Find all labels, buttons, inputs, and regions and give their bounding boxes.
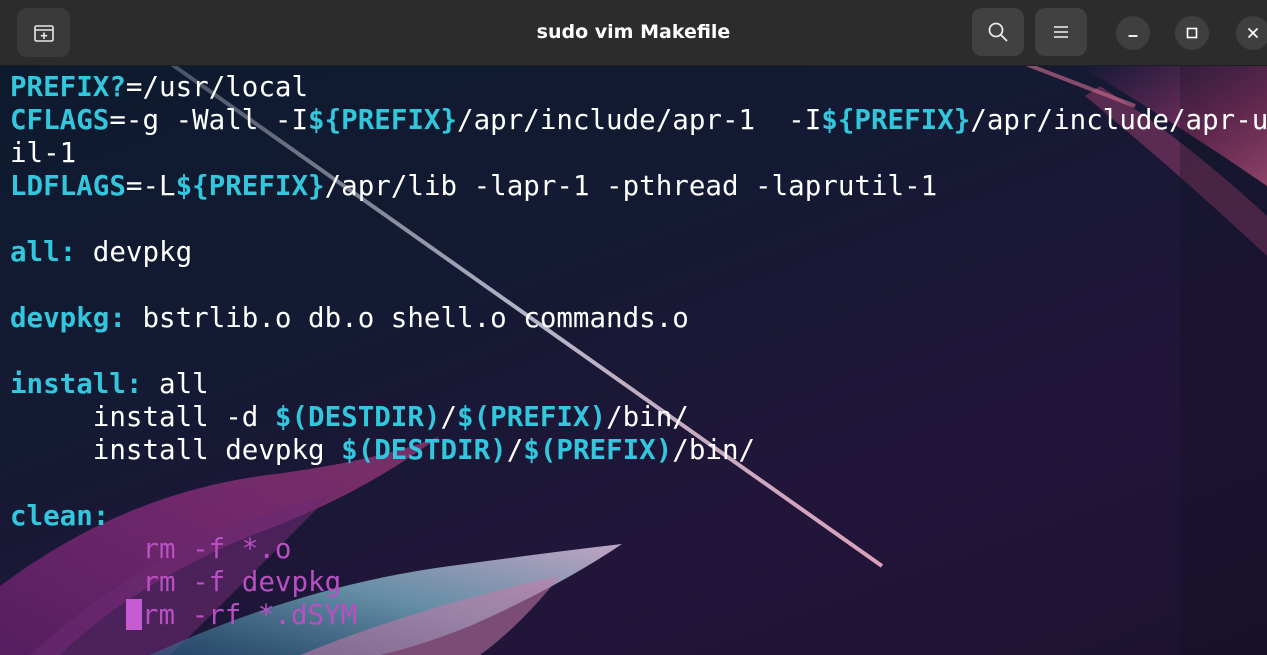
makefile-variable-token: ${PREFIX}	[308, 104, 458, 136]
code-line: install: all	[10, 368, 1267, 401]
recipe-command-token: rm -f devpkg	[142, 566, 342, 598]
makefile-target-token: install:	[10, 368, 143, 400]
close-button[interactable]	[1236, 16, 1267, 50]
search-button[interactable]	[972, 8, 1024, 56]
makefile-variable-token: ${PREFIX}	[821, 104, 971, 136]
maximize-icon	[1185, 26, 1199, 40]
new-tab-icon	[33, 23, 55, 43]
makefile-target-token: devpkg:	[10, 302, 126, 334]
close-icon	[1246, 26, 1260, 40]
code-line: clean:	[10, 500, 1267, 533]
code-token: =-L	[125, 170, 176, 202]
makefile-target-token: LDFLAGS	[10, 170, 126, 202]
new-tab-button[interactable]	[17, 8, 70, 57]
header-bar: sudo vim Makefile	[0, 0, 1267, 66]
code-token: /bin/	[672, 434, 756, 466]
hamburger-menu-icon	[1052, 24, 1070, 40]
code-token: /bin/	[606, 401, 689, 433]
code-line: all: devpkg	[10, 236, 1267, 269]
code-line: PREFIX?=/usr/local	[10, 71, 1267, 104]
recipe-command-token: rm -f *.o	[142, 533, 292, 565]
code-token: all	[142, 368, 209, 400]
makefile-variable-token: ${PREFIX}	[175, 170, 325, 202]
makefile-target-token: CFLAGS	[10, 104, 110, 136]
search-icon	[987, 21, 1009, 43]
menu-button[interactable]	[1035, 8, 1087, 56]
vim-buffer[interactable]: PREFIX?=/usr/local CFLAGS=-g -Wall -I${PR…	[10, 71, 1267, 632]
makefile-variable-token: $(PREFIX)	[523, 434, 673, 466]
code-line: LDFLAGS=-L${PREFIX}/apr/lib -lapr-1 -pth…	[10, 170, 1267, 203]
code-token: /apr/include/apr-u	[970, 104, 1267, 136]
makefile-target-token: clean:	[10, 500, 110, 532]
code-line: install -d $(DESTDIR)/$(PREFIX)/bin/	[10, 401, 1267, 434]
terminal-area[interactable]: PREFIX?=/usr/local CFLAGS=-g -Wall -I${PR…	[0, 66, 1267, 655]
code-token: install -d	[10, 401, 275, 433]
text-cursor	[125, 599, 142, 630]
code-token: install devpkg	[10, 434, 342, 466]
code-token: /apr/include/apr-1 -I	[457, 104, 822, 136]
code-token: /	[506, 434, 524, 466]
code-token: /apr/lib -lapr-1 -pthread -laprutil-1	[324, 170, 938, 202]
code-line: rm -f devpkg	[10, 566, 1267, 599]
code-token: devpkg	[76, 236, 193, 268]
code-line: rm -f *.o	[10, 533, 1267, 566]
code-token: =-g -Wall -I	[109, 104, 309, 136]
code-line: install devpkg $(DESTDIR)/$(PREFIX)/bin/	[10, 434, 1267, 467]
code-token: /	[440, 401, 458, 433]
minimize-button[interactable]	[1116, 16, 1150, 50]
makefile-variable-token: $(DESTDIR)	[274, 401, 441, 433]
code-line: rm -rf *.dSYM	[10, 599, 1267, 632]
code-token: =/usr/local	[125, 71, 309, 103]
minimize-icon	[1126, 26, 1140, 40]
code-token: il-1	[10, 137, 77, 169]
recipe-command-token: rm -rf *.dSYM	[141, 599, 358, 631]
code-token: bstrlib.o db.o shell.o commands.o	[125, 302, 689, 334]
code-line: CFLAGS=-g -Wall -I${PREFIX}/apr/include/…	[10, 104, 1267, 137]
terminal-window: sudo vim Makefile PREFIX?=/usr/local CFL…	[0, 0, 1267, 655]
code-line: devpkg: bstrlib.o db.o shell.o commands.…	[10, 302, 1267, 335]
makefile-target-token: PREFIX?	[10, 71, 126, 103]
makefile-target-token: all:	[10, 236, 77, 268]
maximize-button[interactable]	[1175, 16, 1209, 50]
code-line: il-1	[10, 137, 1267, 170]
makefile-variable-token: $(DESTDIR)	[341, 434, 507, 466]
makefile-variable-token: $(PREFIX)	[457, 401, 607, 433]
